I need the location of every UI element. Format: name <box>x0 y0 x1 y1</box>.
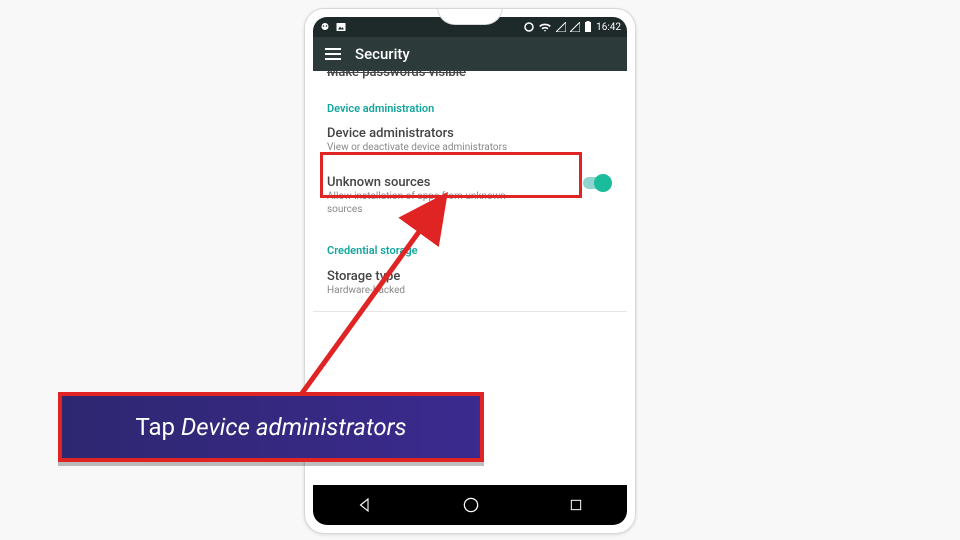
callout-emphasis: Device administrators <box>181 413 406 441</box>
back-icon[interactable] <box>356 496 374 514</box>
battery-icon <box>584 21 592 33</box>
image-icon <box>335 21 347 33</box>
row-unknown-sources[interactable]: Unknown sources Allow installation of ap… <box>327 161 613 224</box>
divider <box>313 311 627 312</box>
page-title: Security <box>355 45 410 63</box>
callout-prefix: Tap <box>135 413 175 441</box>
spacer-behind-callout <box>327 318 613 398</box>
row-title: Device administrators <box>327 126 613 141</box>
signal-2-icon <box>570 22 580 32</box>
android-nav-bar <box>313 485 627 525</box>
signal-1-icon <box>556 22 566 32</box>
row-subtitle: Allow installation of apps from unknown … <box>327 190 507 216</box>
toggle-icon[interactable] <box>583 177 609 189</box>
row-subtitle: Hardware-backed <box>327 284 613 297</box>
wifi-icon <box>538 21 552 33</box>
row-title: Unknown sources <box>327 175 577 190</box>
menu-icon[interactable] <box>325 48 341 60</box>
alien-icon <box>319 21 331 33</box>
row-subtitle: View or deactivate device administrators <box>327 141 613 154</box>
status-time: 16:42 <box>596 22 621 33</box>
row-title: Make passwords visible <box>327 71 577 80</box>
circle-icon <box>524 22 534 32</box>
section-device-administration: Device administration <box>327 88 613 119</box>
home-icon[interactable] <box>461 495 481 515</box>
phone-notch <box>437 8 503 25</box>
row-make-passwords-visible[interactable]: Make passwords visible <box>327 71 613 88</box>
row-storage-type[interactable]: Storage type Hardware-backed <box>327 261 613 305</box>
row-title: Storage type <box>327 269 613 284</box>
app-bar: Security <box>313 37 627 71</box>
section-credential-storage: Credential storage <box>327 224 613 261</box>
instruction-callout: Tap Device administrators <box>58 392 484 462</box>
recent-icon[interactable] <box>568 497 584 513</box>
row-device-administrators[interactable]: Device administrators View or deactivate… <box>327 119 613 161</box>
